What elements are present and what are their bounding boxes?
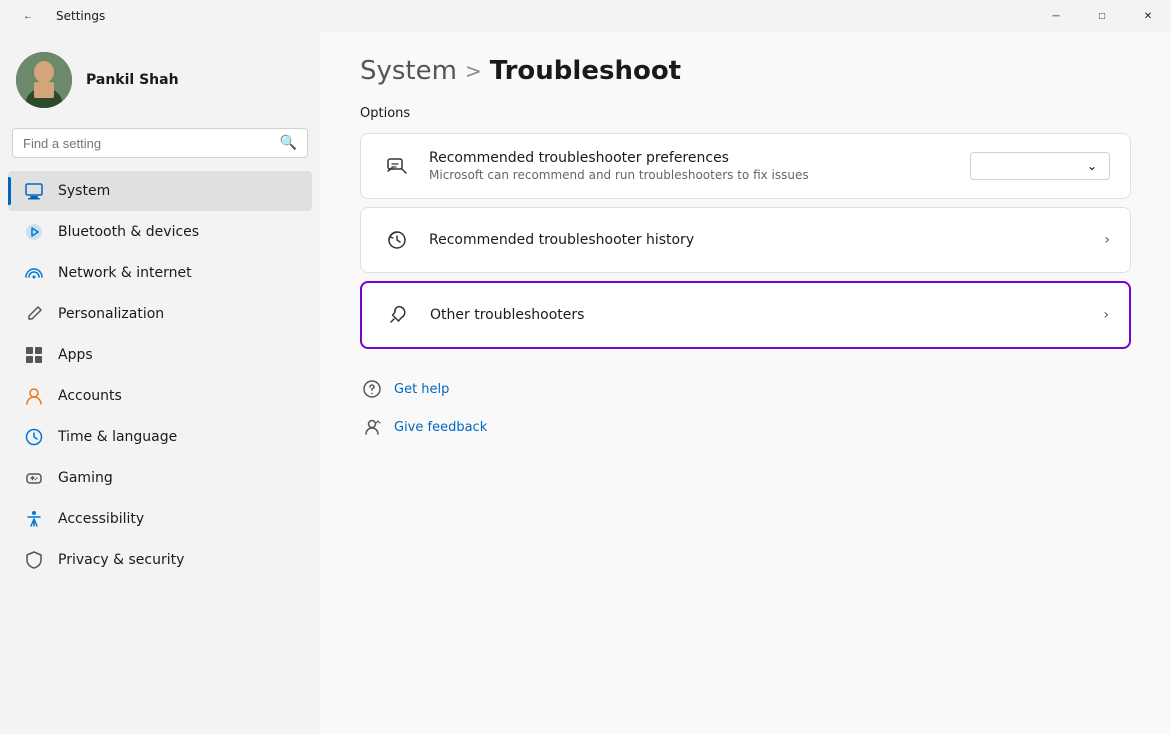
app-title: Settings <box>56 9 105 23</box>
sidebar-item-system[interactable]: System <box>8 171 312 211</box>
search-icon: 🔍 <box>280 135 297 151</box>
sidebar-item-label: Gaming <box>58 470 113 486</box>
chevron-right-icon: › <box>1103 307 1109 323</box>
help-link-get-help[interactable]: Get help <box>360 373 1131 405</box>
search-box[interactable]: 🔍 <box>12 128 308 158</box>
search-input[interactable] <box>23 136 272 151</box>
card-recommended-history[interactable]: Recommended troubleshooter history › <box>360 207 1131 273</box>
user-name: Pankil Shah <box>86 72 179 88</box>
gaming-icon <box>24 468 44 488</box>
avatar <box>16 52 72 108</box>
time-icon <box>24 427 44 447</box>
card-recommended-prefs[interactable]: Recommended troubleshooter preferences M… <box>360 133 1131 199</box>
card-action-recommended-history: › <box>1104 232 1110 248</box>
sidebar-item-label: Personalization <box>58 306 164 322</box>
section-label: Options <box>360 106 1131 121</box>
card-action-recommended-prefs: ⌄ <box>970 152 1110 180</box>
breadcrumb-parent: System <box>360 56 457 86</box>
sidebar-item-label: Accessibility <box>58 511 144 527</box>
sidebar-item-accessibility[interactable]: Accessibility <box>8 499 312 539</box>
breadcrumb-current: Troubleshoot <box>490 56 681 86</box>
sidebar-item-label: Privacy & security <box>58 552 184 568</box>
main-content: System > Troubleshoot Options Recommende… <box>320 32 1171 734</box>
personalization-icon <box>24 304 44 324</box>
dropdown-recommended-prefs[interactable]: ⌄ <box>970 152 1110 180</box>
card-action-other-troubleshooters: › <box>1103 307 1109 323</box>
sidebar-item-personalization[interactable]: Personalization <box>8 294 312 334</box>
sidebar-item-bluetooth[interactable]: Bluetooth & devices <box>8 212 312 252</box>
card-row-other-troubleshooters[interactable]: Other troubleshooters › <box>362 283 1129 347</box>
breadcrumb: System > Troubleshoot <box>360 56 1131 86</box>
help-link-give-feedback[interactable]: Give feedback <box>360 411 1131 443</box>
sidebar-item-label: Time & language <box>58 429 177 445</box>
system-icon <box>24 181 44 201</box>
sidebar-item-gaming[interactable]: Gaming <box>8 458 312 498</box>
cards-container: Recommended troubleshooter preferences M… <box>360 133 1131 349</box>
sidebar: Pankil Shah 🔍 System Bluetooth & devices… <box>0 32 320 734</box>
window-content: Pankil Shah 🔍 System Bluetooth & devices… <box>0 32 1171 734</box>
sidebar-item-label: Network & internet <box>58 265 192 281</box>
breadcrumb-separator: > <box>465 59 482 83</box>
help-link-label-get-help[interactable]: Get help <box>394 382 449 397</box>
maximize-button[interactable]: □ <box>1079 0 1125 32</box>
help-link-label-give-feedback[interactable]: Give feedback <box>394 420 487 435</box>
card-icon-other-troubleshooters <box>382 299 414 331</box>
accessibility-icon <box>24 509 44 529</box>
window-controls: ─ □ ✕ <box>1033 0 1171 32</box>
user-profile: Pankil Shah <box>0 32 320 124</box>
card-title-recommended-prefs: Recommended troubleshooter preferences <box>429 150 954 166</box>
card-title-other-troubleshooters: Other troubleshooters <box>430 307 1087 323</box>
card-other-troubleshooters[interactable]: Other troubleshooters › <box>360 281 1131 349</box>
sidebar-item-label: Bluetooth & devices <box>58 224 199 240</box>
card-row-recommended-history[interactable]: Recommended troubleshooter history › <box>361 208 1130 272</box>
avatar-image <box>16 52 72 108</box>
sidebar-item-privacy[interactable]: Privacy & security <box>8 540 312 580</box>
card-title-recommended-history: Recommended troubleshooter history <box>429 232 1088 248</box>
help-links: Get help Give feedback <box>360 373 1131 443</box>
get-help-icon <box>360 377 384 401</box>
sidebar-item-label: Apps <box>58 347 93 363</box>
sidebar-item-network[interactable]: Network & internet <box>8 253 312 293</box>
card-icon-recommended-history <box>381 224 413 256</box>
nav-list: System Bluetooth & devices Network & int… <box>0 170 320 581</box>
close-button[interactable]: ✕ <box>1125 0 1171 32</box>
card-desc-recommended-prefs: Microsoft can recommend and run troubles… <box>429 168 954 182</box>
titlebar: ← Settings ─ □ ✕ <box>0 0 1171 32</box>
accounts-icon <box>24 386 44 406</box>
bluetooth-icon <box>24 222 44 242</box>
sidebar-item-apps[interactable]: Apps <box>8 335 312 375</box>
give-feedback-icon <box>360 415 384 439</box>
back-button[interactable]: ← <box>12 0 44 32</box>
network-icon <box>24 263 44 283</box>
apps-icon <box>24 345 44 365</box>
sidebar-item-label: System <box>58 183 110 199</box>
privacy-icon <box>24 550 44 570</box>
sidebar-item-time[interactable]: Time & language <box>8 417 312 457</box>
minimize-button[interactable]: ─ <box>1033 0 1079 32</box>
sidebar-item-label: Accounts <box>58 388 122 404</box>
titlebar-left: ← Settings <box>12 0 105 32</box>
card-icon-recommended-prefs <box>381 150 413 182</box>
chevron-right-icon: › <box>1104 232 1110 248</box>
card-row-recommended-prefs[interactable]: Recommended troubleshooter preferences M… <box>361 134 1130 198</box>
sidebar-item-accounts[interactable]: Accounts <box>8 376 312 416</box>
